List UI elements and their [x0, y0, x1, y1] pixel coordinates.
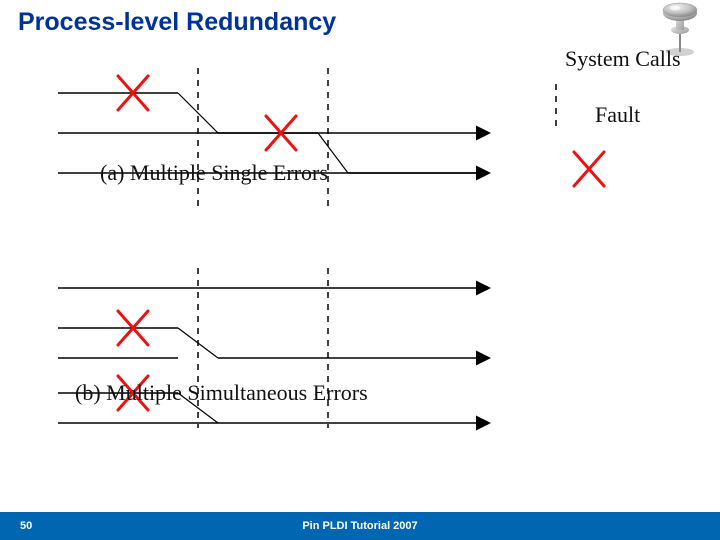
- footer-text: Pin PLDI Tutorial 2007: [0, 520, 720, 532]
- caption-b: (b) Multiple Simultaneous Errors: [75, 380, 368, 406]
- caption-a: (a) Multiple Single Errors: [100, 160, 328, 186]
- page-number: 50: [20, 520, 32, 532]
- legend-system-calls: System Calls: [565, 46, 681, 72]
- slide-title: Process-level Redundancy: [18, 8, 336, 37]
- legend-fault: Fault: [595, 102, 640, 128]
- slide-footer: 50 Pin PLDI Tutorial 2007: [0, 512, 720, 540]
